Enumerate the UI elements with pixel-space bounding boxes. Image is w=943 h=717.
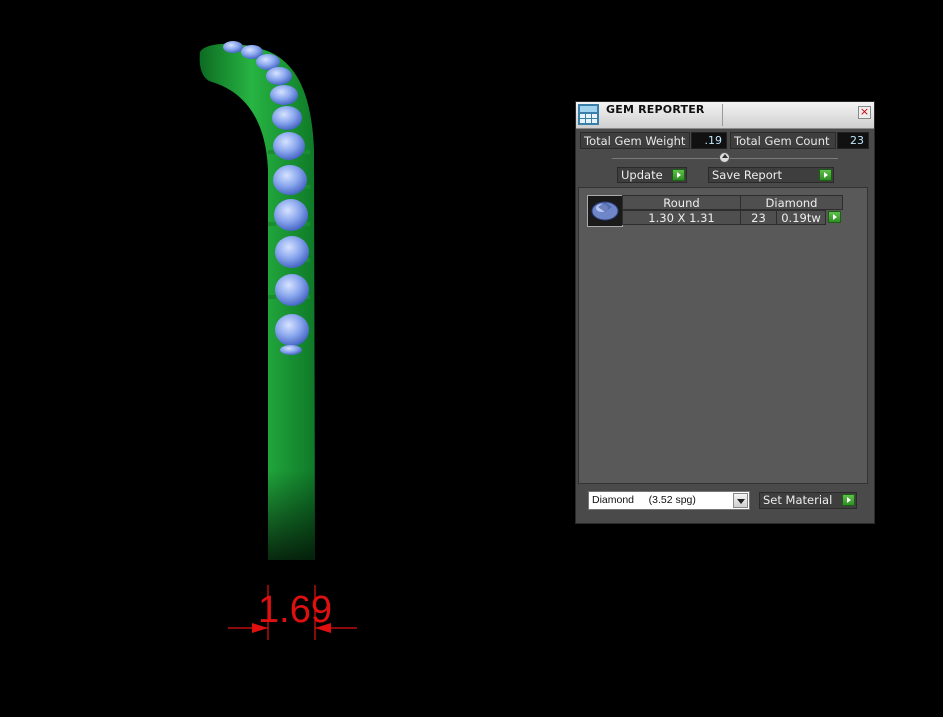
update-button[interactable]: Update: [617, 167, 687, 183]
material-dropdown[interactable]: Diamond (3.52 spg): [588, 491, 750, 510]
material-dropdown-value: Diamond (3.52 spg): [592, 494, 696, 506]
3d-viewport[interactable]: 1.69: [0, 0, 560, 713]
save-report-button[interactable]: Save Report: [708, 167, 834, 183]
gem-material-header: Diamond: [740, 195, 843, 210]
dimension-label: 1.69: [258, 589, 332, 631]
close-button[interactable]: ×: [858, 106, 871, 119]
splitter-handle[interactable]: [719, 152, 730, 163]
play-arrow-icon: [819, 169, 832, 181]
chevron-down-icon[interactable]: [733, 493, 748, 508]
gem-row-action-button[interactable]: [825, 210, 843, 225]
save-report-button-label: Save Report: [712, 168, 783, 182]
panel-title: GEM REPORTER: [606, 103, 705, 116]
total-gem-count-label: Total Gem Count: [730, 132, 836, 149]
gem-count-cell: 23: [740, 210, 777, 225]
total-gem-count-value: 23: [837, 132, 869, 149]
gem-list: Round Diamond 1.30 X 1.31 23 0.19tw: [578, 187, 868, 484]
ring-model-render: 1.69: [199, 41, 357, 640]
gem-reporter-panel: GEM REPORTER × Total Gem Weight .19 Tota…: [575, 101, 875, 524]
gem-reporter-icon: [578, 104, 599, 125]
set-material-button-label: Set Material: [763, 493, 833, 507]
gem-shape-header: Round: [622, 195, 741, 210]
total-gem-weight-value: .19: [691, 132, 727, 149]
gem-size-cell: 1.30 X 1.31: [622, 210, 741, 225]
total-gem-weight-label: Total Gem Weight: [580, 132, 690, 149]
play-arrow-icon: [828, 211, 841, 223]
play-arrow-icon: [672, 169, 685, 181]
gem-thumbnail-icon[interactable]: [587, 195, 623, 227]
gem-weight-cell: 0.19tw: [776, 210, 826, 225]
titlebar-divider: [722, 104, 723, 126]
play-arrow-icon: [842, 494, 855, 506]
panel-titlebar[interactable]: GEM REPORTER ×: [576, 102, 874, 129]
update-button-label: Update: [621, 168, 663, 182]
set-material-button[interactable]: Set Material: [759, 492, 857, 509]
